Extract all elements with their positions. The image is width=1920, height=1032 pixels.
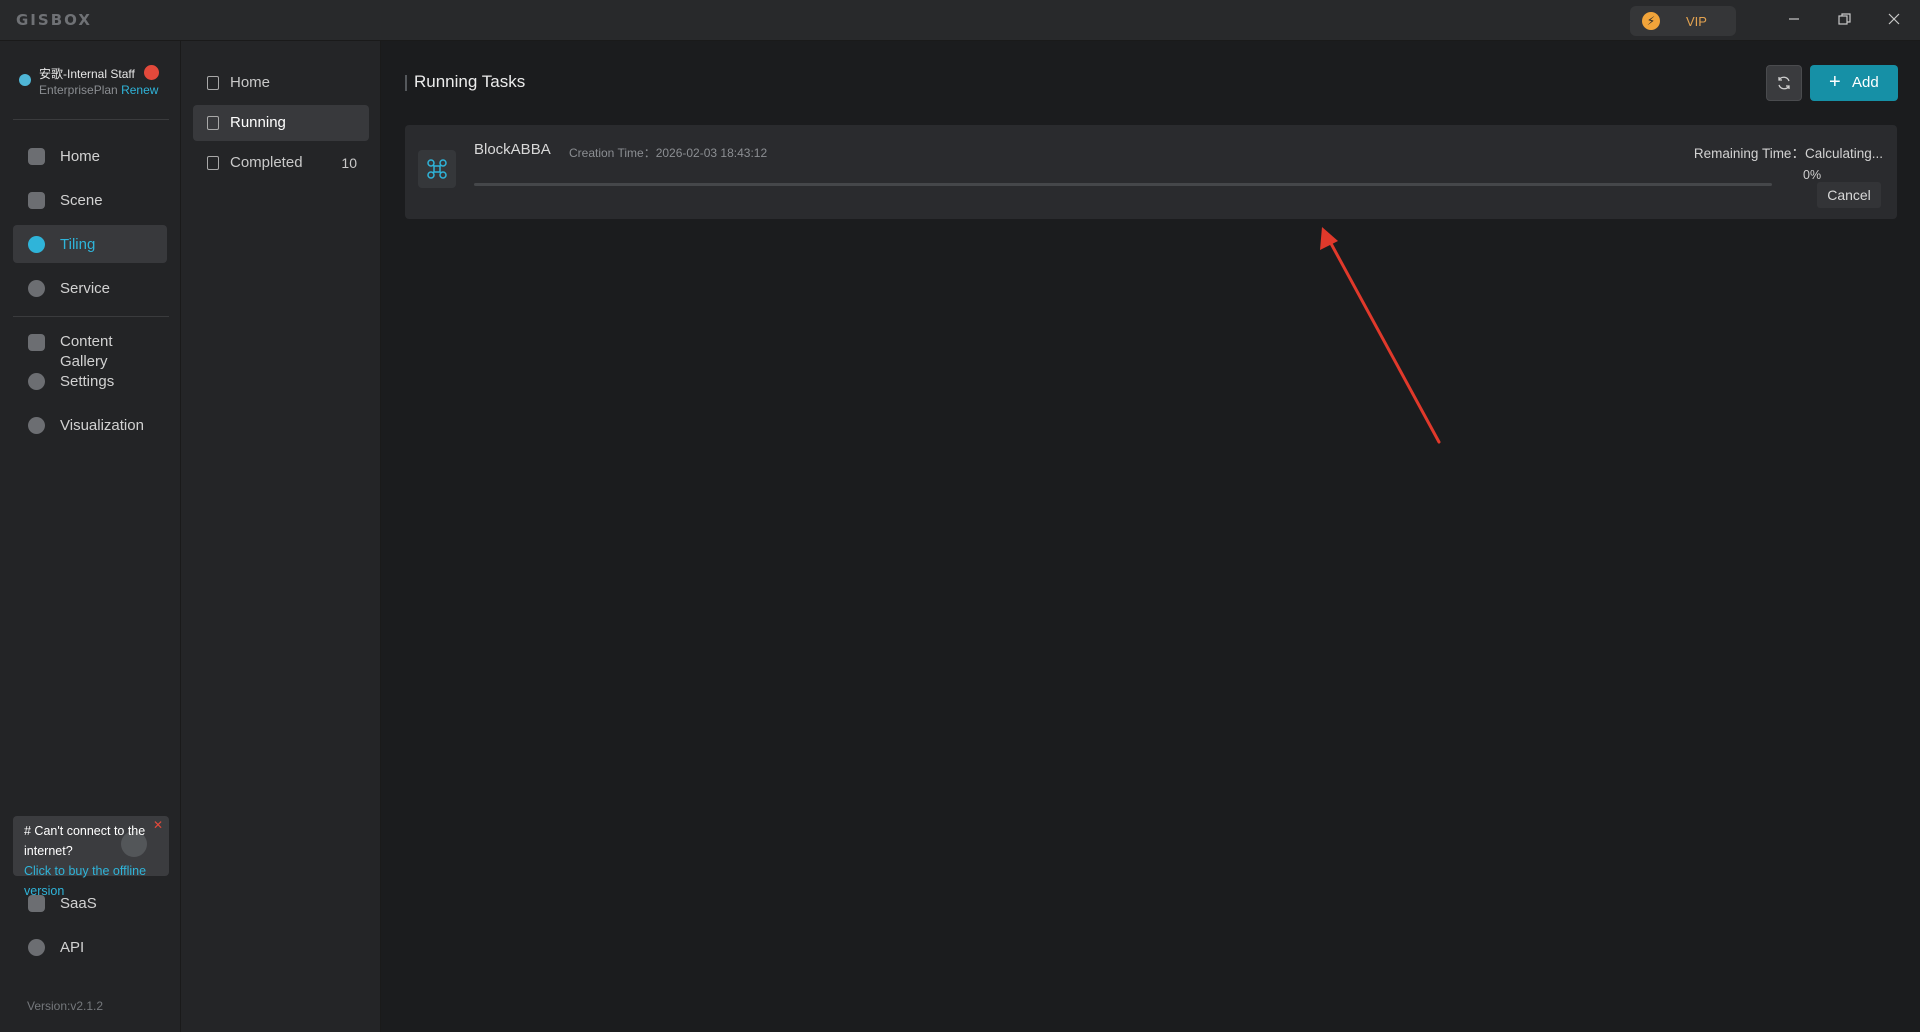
page-title: Running Tasks [414, 72, 526, 91]
submenu-item-home[interactable]: Home [193, 65, 369, 101]
promo-title: # Can't connect to the internet? [24, 824, 146, 858]
sidebar-item-settings[interactable]: Settings [13, 369, 167, 395]
close-icon[interactable] [1880, 8, 1908, 32]
sidebar-item-label: SaaS [60, 895, 97, 912]
sidebar-item-visualization[interactable]: Visualization [13, 413, 167, 439]
task-remaining-time: Remaining Time：Calculating... [1693, 146, 1883, 161]
vip-button[interactable]: ⚡ VIP [1630, 6, 1736, 36]
divider [13, 316, 169, 317]
completed-count: 10 [341, 155, 357, 171]
avatar [19, 74, 31, 86]
sidebar: 安歌-Internal Staff EnterprisePlan Renew H… [0, 41, 181, 1032]
refresh-button[interactable] [1766, 65, 1802, 101]
user-plan: EnterprisePlan Renew [39, 83, 158, 97]
sidebar-item-label: Tiling [60, 236, 96, 253]
add-task-button[interactable]: + Add [1810, 65, 1898, 101]
task-card: BlockABBA Creation Time：2026-02-03 18:43… [405, 125, 1897, 219]
refresh-icon [1778, 76, 1790, 90]
title-bar: GISBOX ⚡ VIP [0, 0, 1920, 41]
version-label: Version:v2.1.2 [27, 999, 104, 1013]
swap-icon [28, 236, 45, 253]
submenu-item-label: Completed [230, 154, 303, 171]
divider [13, 119, 169, 120]
sidebar-item-label: Scene [60, 192, 103, 209]
offline-promo-banner[interactable]: # Can't connect to the internet? Click t… [13, 816, 169, 898]
home-icon [207, 76, 219, 90]
submenu-item-label: Running [230, 114, 286, 131]
sidebar-item-label: Content Gallery [60, 333, 113, 370]
check-document-icon [207, 156, 219, 170]
submenu-item-label: Home [230, 74, 271, 91]
image-icon [28, 334, 45, 351]
task-name: BlockABBA [474, 141, 551, 158]
submenu-item-running[interactable]: Running [193, 105, 369, 141]
cancel-task-button[interactable]: Cancel [1817, 182, 1881, 208]
sidebar-item-saas[interactable]: SaaS [13, 891, 167, 917]
sidebar-item-label: Visualization [60, 417, 144, 434]
annotation-arrow [1320, 227, 1441, 444]
api-icon [28, 939, 45, 956]
add-label: Add [1852, 74, 1879, 91]
lightning-icon: ⚡ [1642, 12, 1660, 30]
drone-icon [418, 150, 456, 188]
user-info[interactable]: 安歌-Internal Staff EnterprisePlan Renew [17, 63, 177, 103]
sidebar-item-label: Home [60, 148, 101, 165]
sidebar-item-label: Service [60, 280, 111, 297]
user-name: 安歌-Internal Staff [39, 67, 135, 81]
plan-name: EnterprisePlan [39, 83, 118, 97]
task-creation-time: Creation Time：2026-02-03 18:43:12 [569, 146, 768, 160]
task-progress-percent: 0% [1803, 168, 1822, 182]
chat-badge-icon[interactable] [144, 65, 159, 80]
sidebar-item-scene[interactable]: Scene [13, 181, 167, 219]
restore-icon[interactable] [1830, 8, 1858, 32]
plus-icon: + [1829, 71, 1841, 93]
document-icon [207, 116, 219, 130]
submenu-item-completed[interactable]: Completed 10 [193, 145, 369, 181]
close-icon[interactable]: ✕ [153, 818, 163, 832]
app-logo: GISBOX [16, 11, 92, 29]
task-progress-bar [474, 183, 1772, 186]
upload-icon [28, 280, 45, 297]
cube-icon [28, 192, 45, 209]
sidebar-item-tiling[interactable]: Tiling [13, 225, 167, 263]
title-accent [405, 75, 407, 91]
sidebar-item-label: API [60, 939, 85, 956]
sidebar-item-label: Settings [60, 373, 115, 390]
tiling-submenu: Home Running Completed 10 [181, 41, 381, 1032]
sidebar-item-service[interactable]: Service [13, 269, 167, 307]
gear-icon [28, 373, 45, 390]
code-icon [28, 895, 45, 912]
home-icon [28, 148, 45, 165]
sidebar-item-api[interactable]: API [13, 935, 167, 961]
renew-link[interactable]: Renew [121, 83, 158, 97]
main-content: Running Tasks + Add BlockABBA Creation T… [382, 41, 1920, 1032]
sidebar-item-content-gallery[interactable]: Content Gallery [13, 324, 167, 370]
minimize-icon[interactable] [1780, 8, 1808, 32]
visualization-icon [28, 417, 45, 434]
vip-label: VIP [1686, 14, 1707, 29]
sidebar-item-home[interactable]: Home [13, 137, 167, 175]
